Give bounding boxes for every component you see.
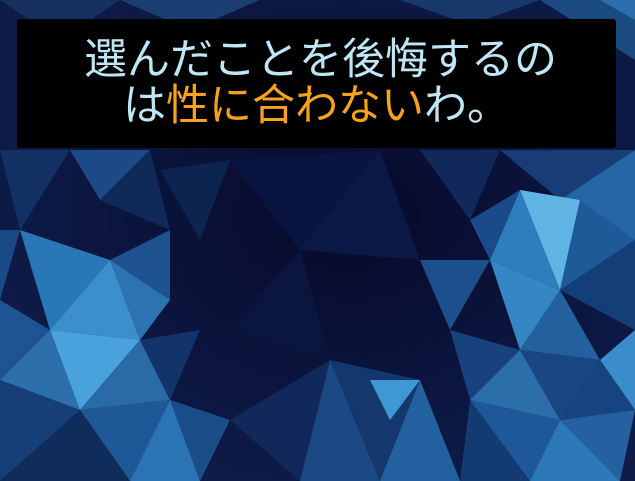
caption-highlight: 性に合わない — [166, 81, 424, 131]
caption-line-2: は性に合わないわ。 — [17, 82, 616, 130]
caption-line-2-suffix: わ。 — [424, 81, 510, 131]
caption-line-2-prefix: は — [123, 81, 166, 131]
image-canvas: 選んだことを後悔するの は性に合わないわ。 — [0, 0, 635, 481]
caption-line-1: 選んだことを後悔するの — [84, 35, 557, 85]
caption-box: 選んだことを後悔するの は性に合わないわ。 — [17, 19, 616, 148]
